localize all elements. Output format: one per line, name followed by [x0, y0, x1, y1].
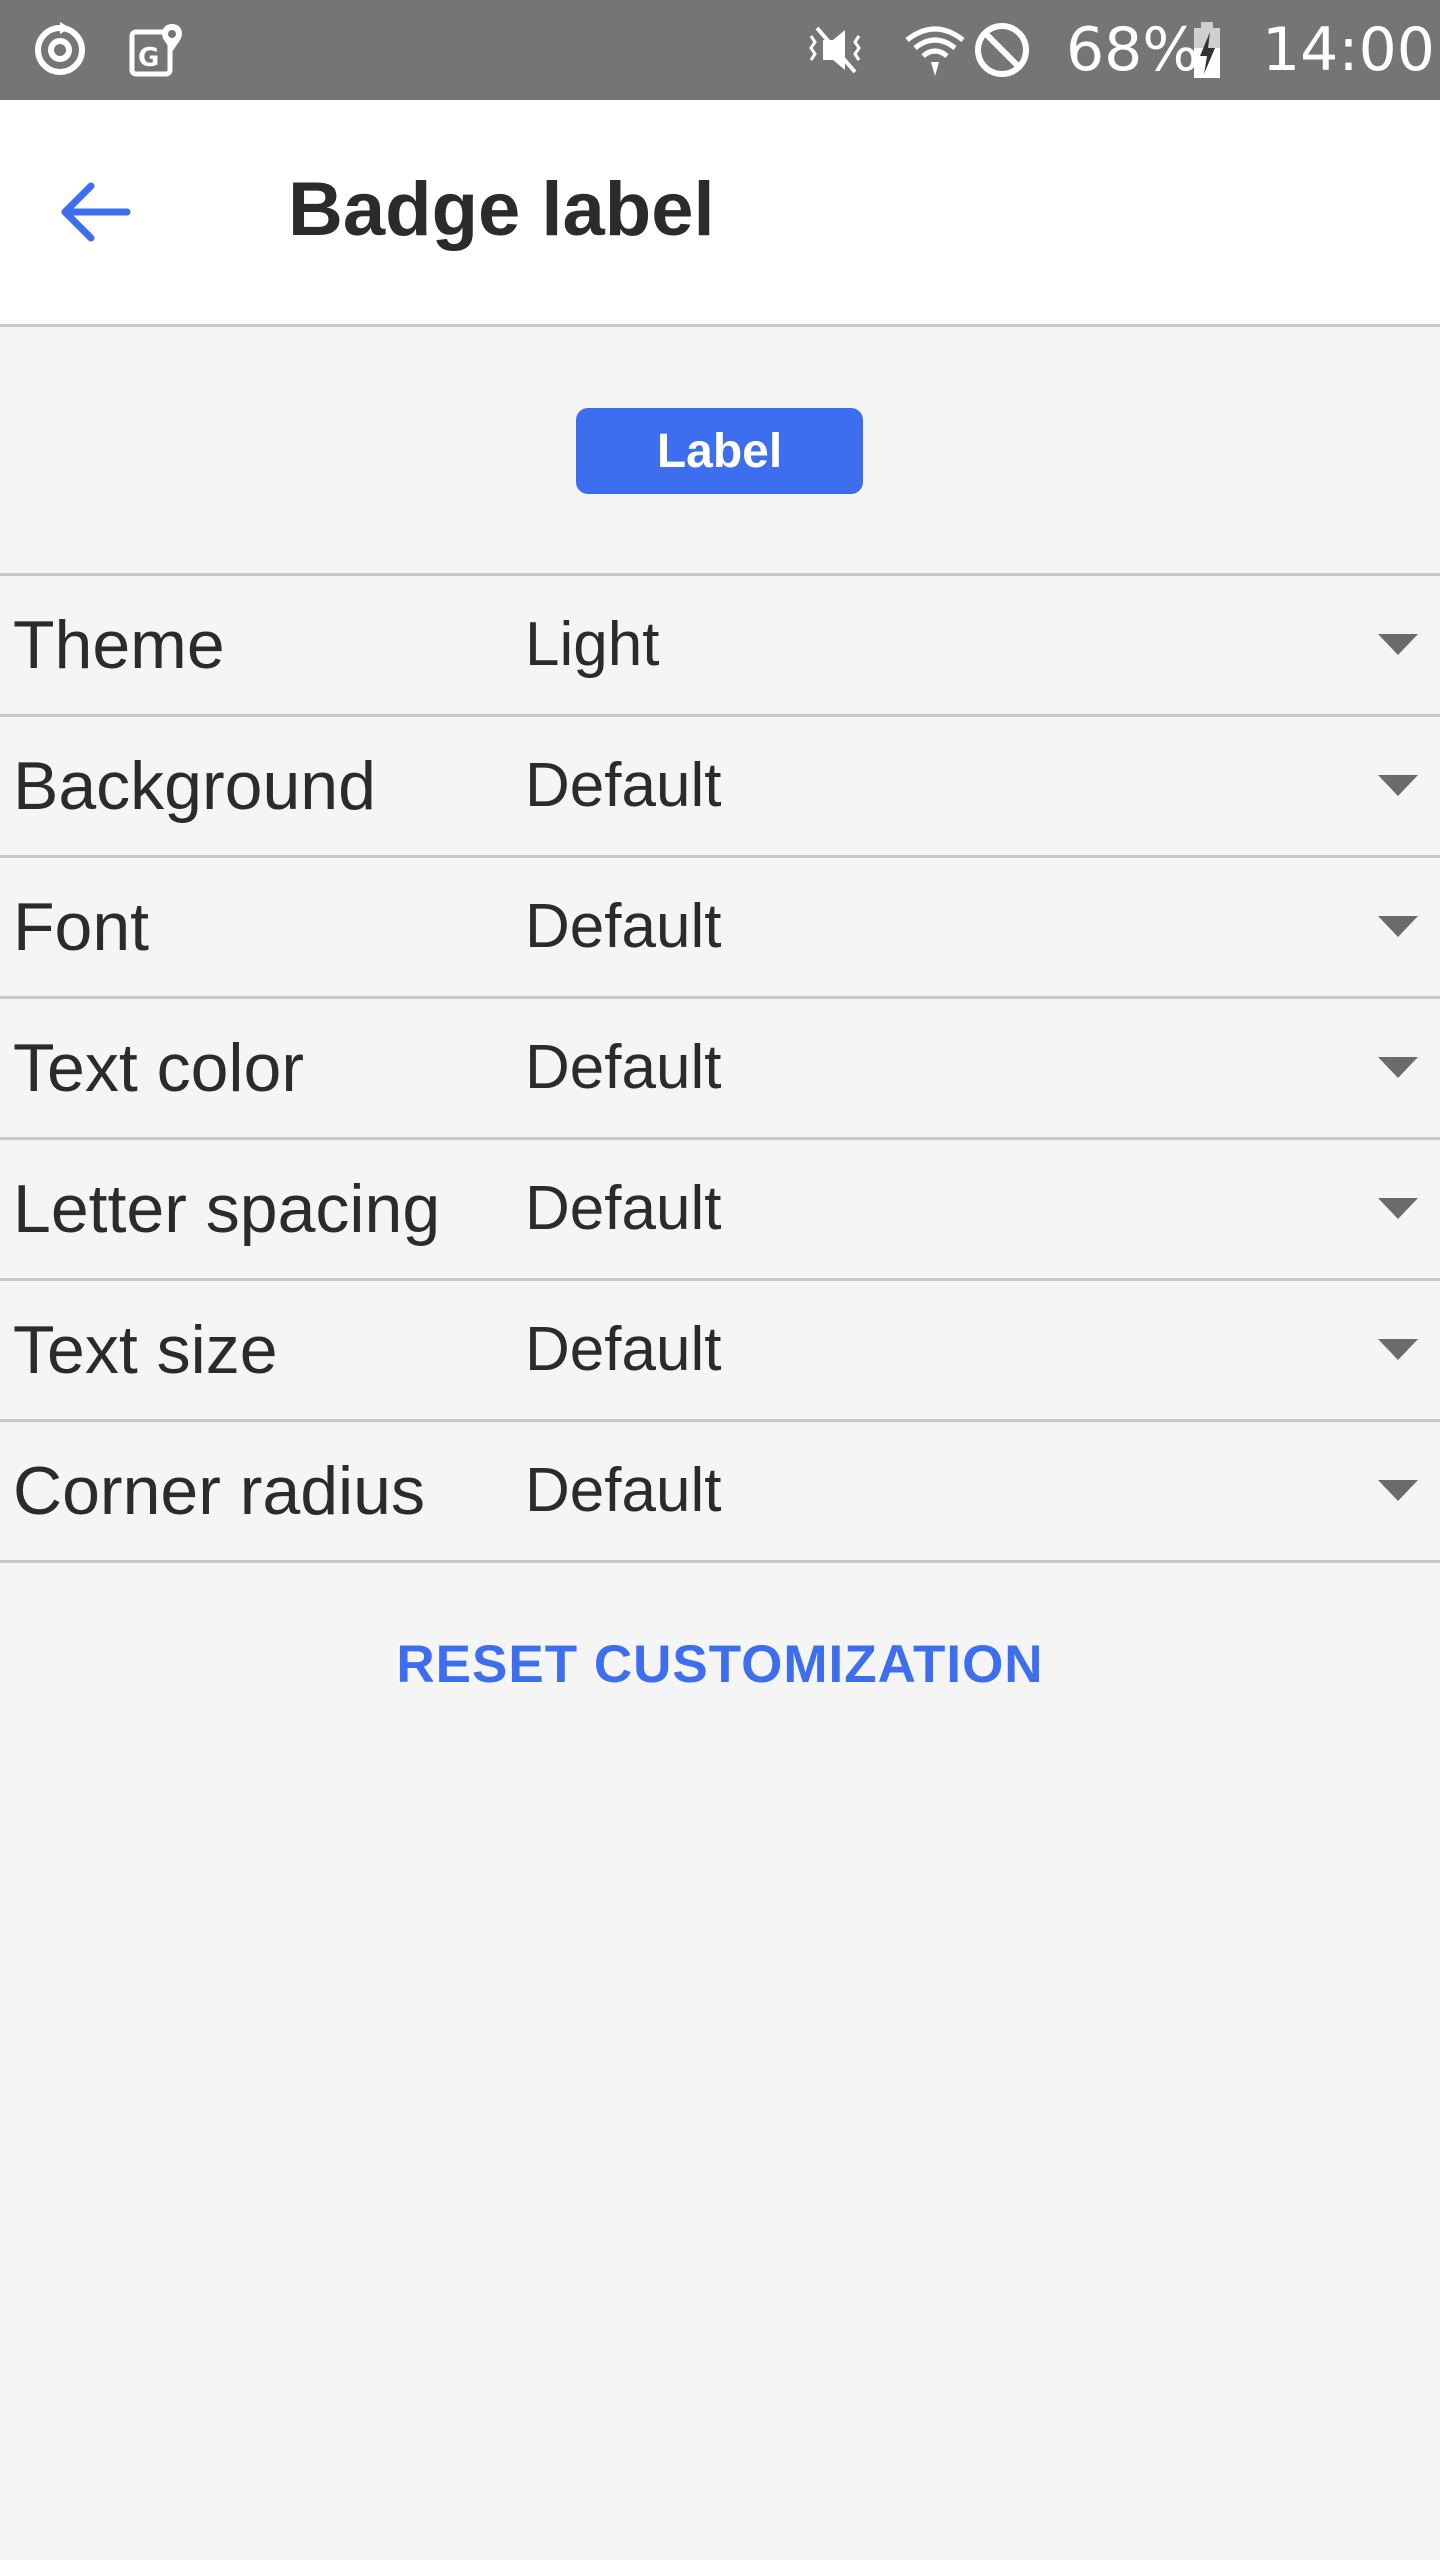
option-value[interactable]: Default: [525, 1422, 721, 1560]
option-text-color[interactable]: Text color Default: [0, 999, 1440, 1140]
option-font[interactable]: Font Default: [0, 858, 1440, 999]
dropdown-arrow-icon[interactable]: [1378, 1339, 1418, 1360]
arrow-left-icon: [61, 182, 131, 242]
vibrate-icon: [809, 26, 861, 74]
option-background[interactable]: Background Default: [0, 717, 1440, 858]
option-label: Text color: [13, 1030, 304, 1106]
option-label: Font: [13, 889, 150, 965]
back-button[interactable]: [40, 162, 150, 262]
option-value[interactable]: Default: [525, 1140, 721, 1278]
dropdown-arrow-icon[interactable]: [1378, 1057, 1418, 1078]
badge-preview: Label: [0, 327, 1440, 573]
dropdown-arrow-icon[interactable]: [1378, 1480, 1418, 1501]
wifi-icon: [905, 26, 965, 76]
option-value[interactable]: Default: [525, 999, 721, 1137]
page-title: Badge label: [288, 167, 715, 252]
option-label: Background: [13, 748, 376, 824]
dropdown-arrow-icon[interactable]: [1378, 634, 1418, 655]
badge-label-preview: Label: [576, 408, 863, 494]
clock: 14:00: [1262, 15, 1435, 85]
option-label: Letter spacing: [13, 1171, 441, 1247]
battery-percentage: 68%: [1066, 15, 1200, 85]
option-value[interactable]: Default: [525, 717, 721, 855]
battery-charging-icon: [1194, 22, 1220, 78]
option-text-size[interactable]: Text size Default: [0, 1281, 1440, 1422]
options-list: Theme Light Background Default Font Defa…: [0, 573, 1440, 1563]
block-icon: [975, 23, 1029, 77]
option-label: Corner radius: [13, 1453, 425, 1529]
option-value[interactable]: Default: [525, 858, 721, 996]
option-value[interactable]: Default: [525, 1281, 721, 1419]
option-theme[interactable]: Theme Light: [0, 576, 1440, 717]
dropdown-arrow-icon[interactable]: [1378, 1198, 1418, 1219]
dropdown-arrow-icon[interactable]: [1378, 916, 1418, 937]
option-label: Text size: [13, 1312, 278, 1388]
dropdown-arrow-icon[interactable]: [1378, 775, 1418, 796]
svg-text:G: G: [138, 43, 159, 73]
option-letter-spacing[interactable]: Letter spacing Default: [0, 1140, 1440, 1281]
app-bar: Badge label: [0, 100, 1440, 327]
status-bar: G 68% 14:00: [0, 0, 1440, 100]
option-value[interactable]: Light: [525, 576, 659, 714]
maps-icon: G: [129, 24, 182, 77]
sync-icon: [35, 22, 85, 75]
option-corner-radius[interactable]: Corner radius Default: [0, 1422, 1440, 1563]
option-label: Theme: [13, 607, 225, 683]
reset-customization-button[interactable]: RESET CUSTOMIZATION: [370, 1610, 1070, 1720]
